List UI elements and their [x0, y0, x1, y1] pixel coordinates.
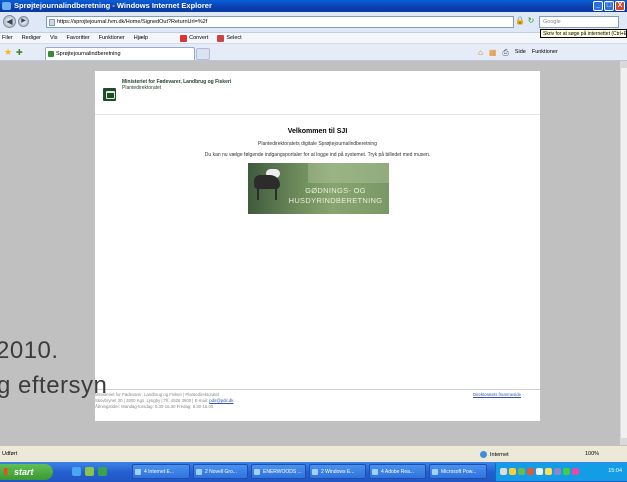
favorites-star-icon[interactable]: ★: [4, 48, 12, 57]
tab-active[interactable]: Sprøjtejournalindberetning: [45, 47, 195, 60]
overlay-text-1: 2010.: [0, 337, 59, 364]
banner-title-2: HUSDYRINDBERETNING: [288, 196, 383, 205]
scroll-up-button[interactable]: [621, 61, 627, 68]
new-tab-button[interactable]: [196, 48, 210, 60]
back-button[interactable]: ◀: [3, 15, 16, 28]
crown-logo-icon: [103, 88, 116, 101]
zone-label: Internet: [490, 451, 509, 458]
menu-item-file[interactable]: Filer: [2, 35, 13, 41]
taskbar-button-ie[interactable]: 4 Internet E...: [132, 464, 190, 479]
status-bar: Udført Internet 100%: [0, 445, 627, 462]
quick-launch: [72, 467, 107, 476]
maximize-button[interactable]: □: [604, 1, 614, 11]
globe-icon: [480, 451, 487, 458]
excel-quicklaunch-icon[interactable]: [98, 467, 107, 476]
tray-antivirus-icon[interactable]: [527, 468, 534, 475]
close-button[interactable]: X: [615, 1, 625, 11]
select-button[interactable]: Select: [217, 34, 242, 42]
footer-hours: Åbningstider: Mandag-torsdag: 8.30-15.30…: [95, 404, 214, 409]
intro-text-1: Plantedirektoratets digitale Sprøjtejour…: [258, 141, 377, 147]
banner-title-1: GØDNINGS- OG: [305, 186, 366, 195]
taskbar-button-groupwise[interactable]: 2 Novell Gro...: [193, 464, 248, 479]
url-text: https://sprojtejournal.fvm.dk/Home/Signe…: [57, 19, 208, 25]
add-favorite-icon[interactable]: ✚: [16, 48, 23, 57]
security-zone: Internet: [480, 451, 509, 458]
footer-address-text: Skovbrynet 20 | 2800 Kgs. Lyngby | Tlf. …: [95, 398, 208, 403]
select-label: Select: [226, 35, 242, 41]
window-title: Sprøjtejournalindberetning - Windows Int…: [14, 1, 212, 10]
tray-security-icon[interactable]: [509, 468, 516, 475]
menu-item-favorites[interactable]: Favoritter: [67, 35, 90, 41]
minimize-button[interactable]: _: [593, 1, 603, 11]
tray-display-icon[interactable]: [554, 468, 561, 475]
intro-text-2: Du kan nu vælge følgende indgangsportale…: [204, 152, 431, 158]
ie-icon: [2, 2, 11, 10]
tray-volume-icon[interactable]: [536, 468, 543, 475]
page-title: Velkommen til SJI: [287, 128, 348, 135]
ministry-subtitle: Plantedirektoratet: [122, 85, 162, 91]
feeds-icon[interactable]: ▦: [489, 47, 497, 58]
taskbar-button-enerwoods[interactable]: ENERWOODS ...: [251, 464, 306, 479]
overlay-text-2: g eftersyn: [0, 372, 108, 399]
menu-bar: Filer Rediger Vis Favoritter Funktioner …: [0, 33, 627, 44]
page-icon: [49, 19, 55, 26]
tools-menu-button[interactable]: Funktioner: [532, 47, 558, 58]
command-bar: ⌂ ▦ ⎙ Side Funktioner: [478, 47, 558, 58]
cow-body-image: [254, 175, 280, 189]
footer-frontpage-link[interactable]: Direktoratets frammeside: [473, 392, 521, 397]
tray-sync-icon[interactable]: [563, 468, 570, 475]
home-icon[interactable]: ⌂: [478, 47, 483, 58]
portal-banner-link[interactable]: GØDNINGS- OG HUSDYRINDBERETNING: [248, 163, 389, 214]
tray-app-icon[interactable]: [518, 468, 525, 475]
system-tray: 15:04: [495, 463, 627, 481]
vertical-scrollbar[interactable]: [620, 61, 627, 445]
start-button[interactable]: start: [0, 464, 53, 480]
ie-quicklaunch-icon[interactable]: [72, 467, 81, 476]
tab-label: Sprøjtejournalindberetning: [56, 51, 121, 57]
taskbar-button-explorer[interactable]: 2 Windows E...: [309, 464, 366, 479]
lock-icon[interactable]: 🔒: [515, 16, 525, 26]
tray-network-icon[interactable]: [500, 468, 507, 475]
page-menu-button[interactable]: Side: [515, 47, 526, 58]
address-toolbar: ◀ ▶ https://sprojtejournal.fvm.dk/Home/S…: [0, 12, 627, 38]
banner-sky: [308, 163, 389, 183]
convert-button[interactable]: Convert: [180, 34, 209, 42]
tray-misc-icon[interactable]: [572, 468, 579, 475]
menu-item-help[interactable]: Hjælp: [134, 35, 148, 41]
cow-legs-image: [257, 188, 277, 200]
menu-item-view[interactable]: Vis: [50, 35, 58, 41]
refresh-icon[interactable]: ↻: [526, 16, 536, 26]
page-header: Ministeriet for Fødevarer, Landbrug og F…: [95, 71, 540, 115]
windows-taskbar: start 4 Internet E... 2 Novell Gro... EN…: [0, 462, 627, 482]
web-page: Ministeriet for Fødevarer, Landbrug og F…: [95, 71, 540, 421]
taskbar-button-adobe[interactable]: 4 Adobe Rea...: [369, 464, 426, 479]
desktop-quicklaunch-icon[interactable]: [85, 467, 94, 476]
tab-page-icon: [48, 51, 54, 57]
status-text: Udført: [2, 451, 18, 457]
print-icon[interactable]: ⎙: [502, 47, 508, 58]
forward-button[interactable]: ▶: [18, 16, 29, 27]
search-tooltip: Skriv for at søge på internettet (Ctrl+E…: [540, 29, 627, 38]
footer-address: Skovbrynet 20 | 2800 Kgs. Lyngby | Tlf. …: [95, 398, 233, 403]
menu-item-tools[interactable]: Funktioner: [99, 35, 125, 41]
zoom-level[interactable]: 100%: [585, 451, 599, 457]
select-icon: [217, 34, 225, 42]
search-input[interactable]: Google: [539, 16, 619, 28]
scroll-down-button[interactable]: [621, 438, 627, 445]
favorites-bar: ★ ✚ Sprøjtejournalindberetning ⌂ ▦ ⎙ Sid…: [0, 44, 627, 61]
pdf-icon: [180, 34, 188, 42]
convert-label: Convert: [189, 35, 209, 41]
tray-update-icon[interactable]: [545, 468, 552, 475]
url-input[interactable]: https://sprojtejournal.fvm.dk/Home/Signe…: [46, 16, 514, 28]
page-footer: Ministeriet for Fødevarer, Landbrug og F…: [95, 389, 540, 421]
taskbar-button-powerpoint[interactable]: Microsoft Pow...: [429, 464, 487, 479]
menu-item-edit[interactable]: Rediger: [22, 35, 41, 41]
footer-ministry: Ministeriet for Fødevarer, Landbrug og F…: [95, 392, 220, 397]
taskbar-buttons: 4 Internet E... 2 Novell Gro... ENERWOOD…: [132, 464, 487, 479]
footer-email-link[interactable]: pdir@pdir.dk: [209, 398, 233, 403]
clock[interactable]: 15:04: [608, 468, 622, 474]
window-title-bar: Sprøjtejournalindberetning - Windows Int…: [0, 0, 627, 12]
browser-viewport: Ministeriet for Fødevarer, Landbrug og F…: [0, 61, 620, 445]
